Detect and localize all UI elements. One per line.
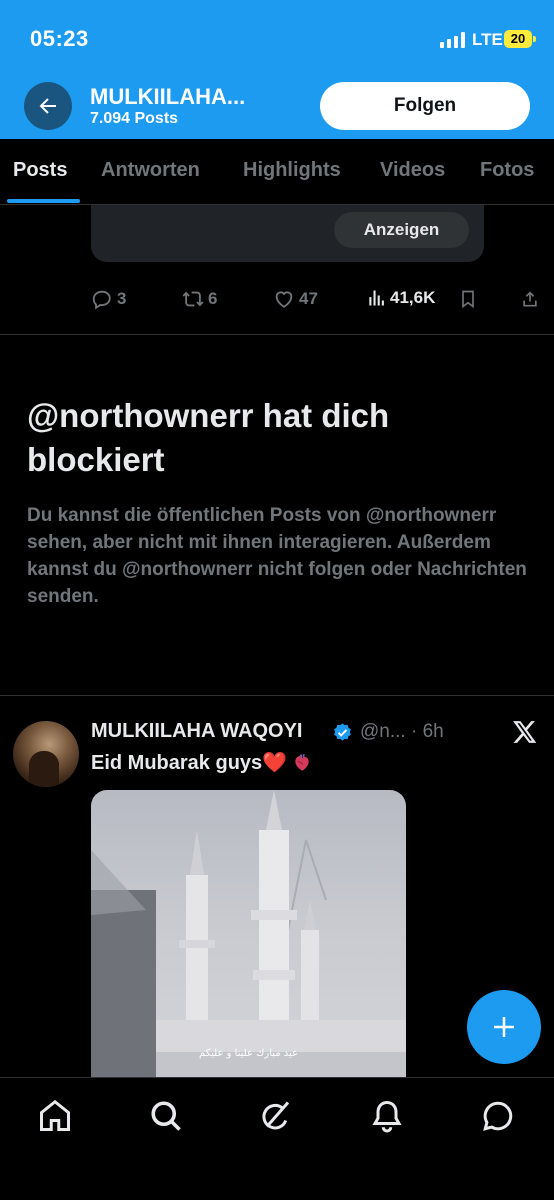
grok-icon[interactable] — [258, 1098, 294, 1134]
tweet-image[interactable]: عيد مبارك علينا و عليكم — [91, 790, 406, 1080]
tweet-text: Eid Mubarak guys❤️ — [91, 750, 313, 775]
verified-badge-icon — [334, 723, 351, 741]
reply-count: 3 — [117, 289, 127, 308]
views-icon — [369, 290, 384, 306]
mosque-illustration — [91, 790, 406, 1080]
reply-action[interactable]: 3 — [91, 288, 126, 310]
status-bar: 05:23 LTE 20 — [0, 0, 554, 80]
repost-count: 6 — [208, 289, 218, 308]
network-label: LTE — [472, 30, 503, 49]
share-action[interactable] — [520, 288, 540, 310]
post-count: 7.094 Posts — [90, 110, 179, 127]
views-count: 41,6K — [390, 288, 436, 307]
tab-videos[interactable]: Videos — [380, 159, 445, 182]
status-time: 05:23 — [30, 26, 89, 51]
repost-action[interactable]: 6 — [182, 288, 217, 310]
bottom-navigation — [0, 1077, 554, 1200]
repost-icon — [182, 291, 204, 307]
divider — [0, 695, 554, 696]
search-icon[interactable] — [148, 1098, 184, 1134]
tab-replies[interactable]: Antworten — [101, 159, 200, 182]
heart-icon — [275, 291, 293, 308]
compose-button[interactable] — [467, 990, 541, 1064]
reply-icon — [92, 290, 111, 310]
profile-tabs: Posts Antworten Highlights Videos Fotos — [0, 139, 554, 205]
like-action[interactable]: 47 — [273, 288, 318, 310]
tab-highlights[interactable]: Highlights — [243, 159, 341, 182]
home-icon[interactable] — [37, 1098, 73, 1134]
tweet-author[interactable]: MULKIILAHA WAQOYI — [91, 720, 302, 743]
follow-button[interactable]: Folgen — [320, 82, 530, 130]
image-caption: عيد مبارك علينا و عليكم — [198, 1048, 299, 1059]
profile-header: 05:23 LTE 20 MULKIILAHA... 7.094 Posts F… — [0, 0, 554, 139]
show-media-button[interactable]: Anzeigen — [334, 212, 469, 248]
signal-icon — [440, 32, 465, 48]
like-count: 47 — [299, 289, 318, 308]
battery-icon: 20 — [504, 30, 536, 48]
back-button[interactable] — [24, 82, 72, 130]
plus-icon — [494, 1017, 514, 1037]
share-icon — [523, 291, 537, 307]
blocked-title: @northownerr hat dich blockiert — [27, 397, 390, 478]
messages-icon[interactable] — [480, 1098, 516, 1134]
tab-posts[interactable]: Posts — [13, 159, 67, 182]
active-tab-indicator — [7, 199, 80, 203]
views-action[interactable]: 41,6K — [366, 288, 435, 308]
avatar[interactable] — [13, 721, 79, 787]
profile-name: MULKIILAHA... — [90, 84, 246, 109]
bookmark-icon — [462, 290, 474, 309]
notifications-icon[interactable] — [369, 1098, 405, 1134]
anatomical-heart-icon — [295, 754, 309, 771]
divider — [0, 334, 554, 335]
x-logo-icon — [513, 721, 537, 743]
arrow-left-icon — [39, 98, 56, 114]
tweet-handle-time[interactable]: @n... · 6h — [360, 721, 444, 743]
tab-photos[interactable]: Fotos — [480, 159, 534, 182]
bookmark-action[interactable] — [458, 288, 478, 310]
blocked-description: Du kannst die öffentlichen Posts von @no… — [27, 505, 527, 607]
